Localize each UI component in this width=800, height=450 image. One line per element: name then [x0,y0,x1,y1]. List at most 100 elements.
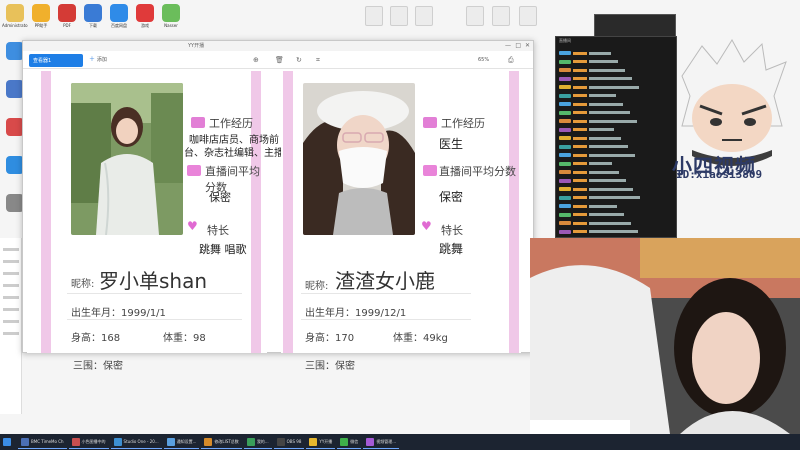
app-icon [366,437,375,446]
desktop-icon-label: PDF [63,23,71,28]
desktop-icon[interactable]: PDF [54,4,80,28]
taskbar-item[interactable]: 通知设置... [163,435,200,449]
taskbar-item[interactable]: BMC TimeMo Ch [18,435,67,449]
name-label: 昵称: [71,279,95,290]
chat-user [573,179,587,182]
desktop-icon-label: 下载 [89,23,97,28]
taskbar-item[interactable]: YY开播 [306,435,336,449]
chat-badge [559,68,571,72]
chat-text [589,85,639,89]
app-icon [204,437,213,446]
app-icon [162,4,180,22]
chat-message [559,170,619,174]
desktop-icon[interactable]: PP助手 [28,4,54,29]
taskbar-item[interactable]: 视频管理... [363,435,400,449]
desktop-icon[interactable]: 百度网盘 [106,4,132,29]
work-value: 咖啡店店员、商场前台、杂志社编辑、主播 [184,135,284,159]
file-icon[interactable] [466,6,484,26]
chat-text [589,221,631,225]
taskbar-item[interactable]: 修改LIST总数 [201,435,242,449]
chat-text [589,204,617,208]
add-tab-button[interactable]: ＋ 添加 [89,54,107,63]
file-icon[interactable] [492,6,510,26]
taskbar-item[interactable]: 我的... [243,435,272,449]
chat-message [559,102,623,106]
file-icon[interactable] [519,6,537,26]
profile-photo [71,83,183,235]
start-button[interactable] [0,435,14,449]
chat-badge [559,229,571,234]
rotate-icon[interactable]: ↻ [296,56,302,64]
chat-badge [559,85,571,89]
app-icon [110,4,128,22]
chat-text [589,213,624,216]
desktop-icon[interactable]: 下载 [80,4,106,29]
chat-badge [559,195,571,200]
taskbar-item-label: YY开播 [319,438,333,444]
desktop-icon[interactable]: Nasser [158,4,184,28]
viewer-title: YY开播 [188,43,205,49]
file-icon[interactable] [390,6,408,26]
maximize-icon[interactable]: □ [515,42,521,49]
app-icon [58,4,76,22]
chat-badge [559,204,571,208]
divider [67,319,242,320]
chat-user [573,162,587,165]
taskbar-item[interactable]: 小色图播中的 [68,435,109,449]
tab-label: 查看器1 [33,58,52,64]
chat-text [589,119,637,123]
zoom-in-icon[interactable]: ⊕ [253,56,259,64]
chat-message [559,119,637,123]
tab-viewer[interactable]: 查看器1 [29,54,83,67]
chat-badge [559,76,571,81]
desktop-icon-label: Nasser [164,23,178,28]
divider [301,319,471,320]
chat-text [589,77,632,80]
height-value: 身高：168 [71,333,121,344]
chat-user [573,94,587,97]
print-icon[interactable]: ⎙ [508,56,514,65]
chat-text [589,230,638,233]
taskbar-item[interactable]: Studio One - 20... [110,435,162,449]
app-icon [113,437,122,446]
taskbar-item-label: 修改LIST总数 [214,438,239,444]
taskbar: BMC TimeMo Ch 小色图播中的 Studio One - 20... 通知设… [0,434,800,450]
chat-user [573,145,587,148]
chat-text [589,187,633,191]
desktop-icon[interactable]: Administrator [2,4,28,28]
chat-badge [559,161,571,166]
chat-user [573,196,587,199]
file-icon[interactable] [415,6,433,26]
chat-message [559,229,638,234]
measure-value: 三围：保密 [73,361,123,372]
birth-value: 出生年月：1999/1/1 [71,308,166,319]
chat-badge [559,59,571,64]
chat-message [559,221,631,225]
chat-user [573,204,587,208]
chat-badge [559,110,571,115]
desktop-icon[interactable]: 游戏 [132,4,158,29]
delete-icon[interactable]: 🗑 [275,56,284,64]
viewer-titlebar[interactable]: YY开播 — □ ✕ [23,41,533,51]
close-icon[interactable]: ✕ [525,42,530,49]
file-explorer-sidebar[interactable] [0,238,22,414]
chat-text [589,51,611,55]
chat-user [573,187,587,191]
chat-badge [559,136,571,140]
taskbar-item[interactable]: 微信 [337,435,362,449]
file-icon[interactable] [365,6,383,26]
live-chat-panel[interactable]: 直播间 [555,36,677,238]
chat-text [589,94,616,97]
name-value: 渣渣女小鹿 [335,269,435,293]
chat-user [573,85,587,89]
zoom-level[interactable]: 65% [478,57,489,63]
crop-icon[interactable]: ⌗ [316,56,320,65]
image-viewer-window[interactable]: YY开播 — □ ✕ 查看器1 ＋ 添加 ⊕ 🗑 ↻ ⌗ 65% ⎙ 工作经历 … [22,40,534,372]
brand-handle: ID:xiaosi3809 [676,168,763,181]
name-label: 昵称: [305,281,329,292]
taskbar-item[interactable]: OBS 98 [273,435,305,449]
chat-message [559,127,614,132]
work-label: 工作经历 [209,117,253,130]
minimize-icon[interactable]: — [505,42,511,49]
height-value: 身高：170 [305,333,355,344]
